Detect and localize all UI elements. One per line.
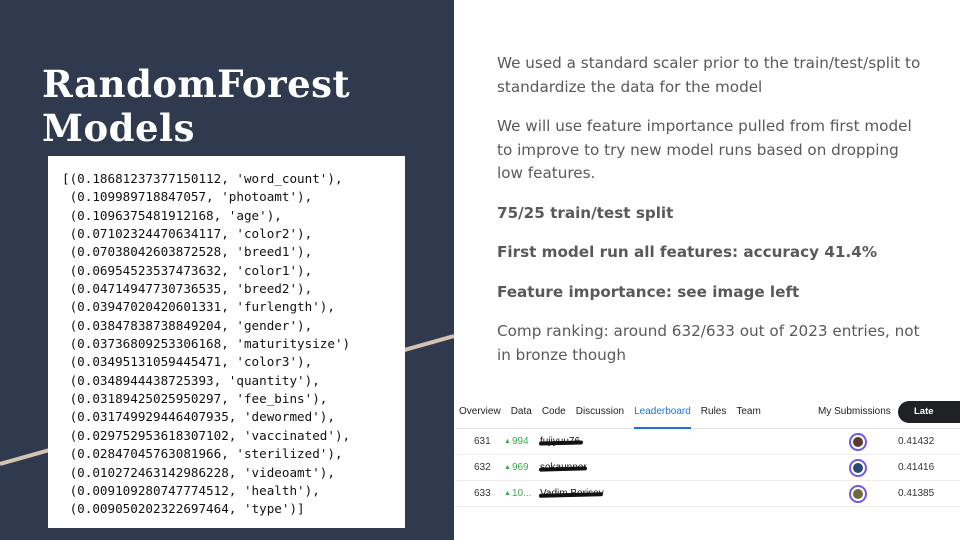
ranking-note: Comp ranking: around 632/633 out of 2023… [497, 322, 920, 364]
slide-title-line-1: RandomForest [42, 62, 351, 106]
avatar[interactable] [849, 433, 867, 451]
score: 0.41385 [898, 488, 935, 499]
tab-overview[interactable]: Overview [455, 395, 506, 429]
rank-change-value: 10... [511, 488, 532, 499]
code-line: (0.03947020420601331, 'furlength'), [62, 299, 335, 315]
rank-up-icon: ▲ [504, 490, 511, 497]
code-line: (0.04714947730736535, 'breed2'), [62, 281, 313, 297]
code-line: (0.07102324470634117, 'color2'), [62, 226, 313, 242]
my-submissions-link[interactable]: My Submissions [818, 395, 891, 429]
code-line: (0.010272463142986228, 'videoamt'), [62, 464, 335, 480]
rank-change: ▲10... [504, 488, 531, 499]
rank-up-icon: ▲ [504, 464, 511, 471]
rank-up-icon: ▲ [504, 438, 511, 445]
avatar[interactable] [849, 485, 867, 503]
code-line: (0.0348944438725393, 'quantity'), [62, 372, 320, 388]
late-submission-button[interactable]: Late Submission [898, 401, 960, 439]
score: 0.41416 [898, 462, 935, 473]
rank: 632 [474, 462, 491, 473]
accuracy-note: First model run all features: accuracy 4… [497, 243, 878, 261]
rank: 633 [474, 488, 491, 499]
code-line: (0.031749929446407935, 'dewormed'), [62, 409, 335, 425]
code-line: (0.03847838738849204, 'gender'), [62, 317, 313, 333]
tab-leaderboard[interactable]: Leaderboard [629, 395, 696, 429]
code-line: (0.07038042603872528, 'breed1'), [62, 244, 313, 260]
tab-discussion[interactable]: Discussion [571, 395, 629, 429]
code-line: (0.03736809253306168, 'maturitysize') [62, 336, 351, 352]
avatar-image [853, 463, 863, 473]
avatar-image [853, 489, 863, 499]
slide-title: RandomForest Models [42, 62, 350, 150]
avatar[interactable] [849, 459, 867, 477]
tab-code[interactable]: Code [537, 395, 571, 429]
code-line: (0.029752953618307102, 'vaccinated'), [62, 427, 351, 443]
scaler-note: We used a standard scaler prior to the t… [497, 54, 921, 96]
code-line: (0.009050202322697464, 'type')] [62, 501, 305, 517]
score: 0.41432 [898, 436, 935, 447]
slide-title-line-2: Models [42, 106, 195, 150]
code-line: (0.1096375481912168, 'age'), [62, 207, 282, 223]
notes-text: We used a standard scaler prior to the t… [497, 52, 927, 367]
rank: 631 [474, 436, 491, 447]
tab-team[interactable]: Team [731, 395, 765, 429]
leaderboard-row: 632 ▲969 sokaunner 0.41416 [455, 455, 960, 481]
see-image-note: Feature importance: see image left [497, 282, 800, 301]
code-line: (0.109989718847057, 'photoamt'), [62, 189, 313, 205]
rank-change: ▲969 [504, 462, 529, 473]
code-line: (0.009109280747774512, 'health'), [62, 482, 320, 498]
tab-data[interactable]: Data [506, 395, 537, 429]
code-line: (0.03189425025950297, 'fee_bins'), [62, 391, 328, 407]
feature-importance-note: We will use feature importance pulled fr… [497, 117, 912, 182]
avatar-image [853, 437, 863, 447]
code-line: (0.06954523537473632, 'color1'), [62, 262, 313, 278]
leaderboard-row: 631 ▲994 fujiyuu76 0.41432 [455, 429, 960, 455]
left-panel: RandomForest Models [(0.1868123737715011… [0, 0, 454, 540]
code-line: (0.02847045763081966, 'sterilized'), [62, 446, 343, 462]
rank-change: ▲994 [504, 436, 529, 447]
code-line: (0.03495131059445471, 'color3'), [62, 354, 313, 370]
leaderboard-row: 633 ▲10... Vadim Borisov 0.41385 [455, 481, 960, 507]
rank-change-value: 994 [511, 436, 529, 447]
code-line: [(0.18681237377150112, 'word_count'), [62, 171, 343, 186]
tab-rules[interactable]: Rules [696, 395, 732, 429]
rank-change-value: 969 [511, 462, 529, 473]
split-note: 75/25 train/test split [497, 203, 674, 222]
feature-importance-output: [(0.18681237377150112, 'word_count'), (0… [48, 156, 405, 528]
leaderboard-screenshot: Overview Data Code Discussion Leaderboar… [455, 395, 960, 540]
